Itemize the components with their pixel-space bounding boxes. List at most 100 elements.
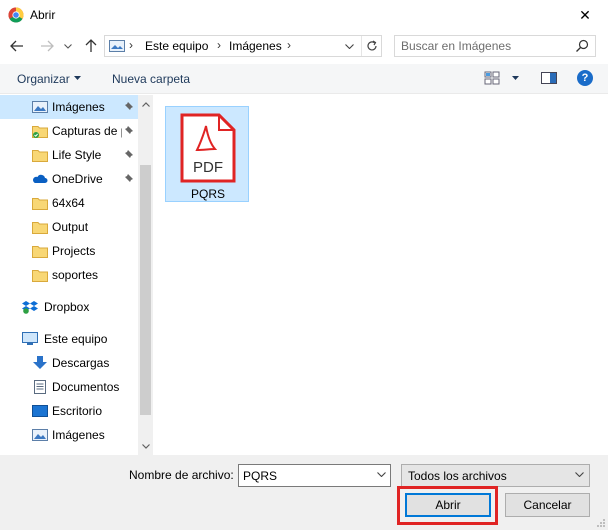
back-button[interactable] bbox=[6, 35, 28, 57]
sidebar-item-descargas[interactable]: Descargas bbox=[0, 351, 138, 375]
folder-icon bbox=[32, 222, 48, 234]
sidebar-item-label: OneDrive bbox=[52, 172, 103, 186]
arrow-left-icon bbox=[10, 40, 23, 52]
downloads-icon bbox=[33, 356, 47, 369]
sidebar-item-label: Este equipo bbox=[44, 332, 108, 346]
refresh-icon bbox=[366, 40, 377, 51]
sidebar-item-label: Dropbox bbox=[44, 300, 90, 314]
sidebar-item-escritorio[interactable]: Escritorio bbox=[0, 399, 138, 423]
sidebar-item-life-style[interactable]: Life Style bbox=[0, 143, 138, 167]
scroll-up-button[interactable] bbox=[138, 97, 153, 111]
search-icon[interactable] bbox=[575, 39, 589, 53]
folder-icon bbox=[32, 270, 48, 282]
sidebar-item-imagenes[interactable]: Imágenes bbox=[0, 423, 138, 447]
pin-icon bbox=[125, 102, 133, 110]
documents-icon bbox=[34, 380, 46, 394]
sidebar-item-este-equipo[interactable]: Este equipo bbox=[0, 327, 138, 351]
sidebar-item-label: Projects bbox=[52, 244, 96, 258]
navigation-pane: Imágenes Capturas de p Life Style OneDri… bbox=[0, 95, 152, 455]
scroll-thumb[interactable] bbox=[140, 165, 151, 415]
sidebar-item-label: Escritorio bbox=[52, 404, 103, 418]
folder-synced-icon bbox=[32, 126, 48, 138]
up-button[interactable] bbox=[80, 35, 102, 57]
cancel-button[interactable]: Cancelar bbox=[505, 493, 590, 517]
search-input[interactable] bbox=[401, 38, 571, 54]
open-button[interactable]: Abrir bbox=[405, 493, 491, 517]
sidebar-scrollbar[interactable] bbox=[138, 95, 153, 455]
resize-grip-icon[interactable] bbox=[596, 518, 606, 528]
file-type-value: Todos los archivos bbox=[408, 469, 507, 483]
arrow-up-icon bbox=[85, 39, 97, 52]
breadcrumb-este-equipo[interactable]: Este equipo bbox=[145, 39, 208, 53]
sidebar-item-imagenes-quick[interactable]: Imágenes bbox=[0, 95, 138, 119]
sidebar-item-label: Capturas de p bbox=[52, 124, 122, 138]
sidebar-item-label: Imágenes bbox=[52, 428, 105, 442]
help-button[interactable]: ? bbox=[577, 70, 593, 86]
desktop-icon bbox=[32, 405, 48, 417]
sidebar-item-label: soportes bbox=[52, 268, 99, 282]
refresh-button[interactable] bbox=[361, 36, 381, 56]
address-bar[interactable]: › Este equipo › Imágenes › bbox=[104, 35, 382, 57]
pictures-folder-icon bbox=[32, 429, 48, 441]
sidebar-item-onedrive[interactable]: OneDrive bbox=[0, 167, 138, 191]
pdf-file-icon: PDF bbox=[180, 113, 236, 183]
chevron-down-icon bbox=[64, 43, 72, 49]
sidebar-item-documentos[interactable]: Documentos bbox=[0, 375, 138, 399]
chevron-down-icon bbox=[575, 472, 584, 477]
file-type-select[interactable]: Todos los archivos bbox=[401, 464, 590, 487]
onedrive-cloud-icon bbox=[33, 174, 48, 183]
address-dropdown-button[interactable] bbox=[341, 36, 357, 56]
title-bar: Abrir ✕ bbox=[0, 0, 608, 30]
breadcrumb-separator: › bbox=[287, 38, 291, 52]
organize-menu[interactable]: Organizar bbox=[17, 72, 70, 86]
sidebar-item-dropbox[interactable]: Dropbox bbox=[0, 295, 138, 319]
pin-icon bbox=[125, 150, 133, 158]
close-button[interactable]: ✕ bbox=[562, 0, 608, 30]
file-name: PQRS bbox=[190, 187, 225, 201]
chevron-down-icon bbox=[344, 43, 354, 49]
breadcrumb-imagenes[interactable]: Imágenes bbox=[229, 39, 282, 53]
sidebar-item-label: Life Style bbox=[52, 148, 102, 162]
filename-combobox[interactable] bbox=[238, 464, 391, 487]
sidebar-item-output[interactable]: Output bbox=[0, 215, 138, 239]
chevron-down-icon bbox=[141, 443, 150, 449]
sidebar-item-capturas[interactable]: Capturas de p bbox=[0, 119, 138, 143]
dropbox-icon bbox=[22, 301, 38, 314]
search-box bbox=[394, 35, 596, 57]
scroll-down-button[interactable] bbox=[138, 439, 153, 453]
sidebar-item-soportes[interactable]: soportes bbox=[0, 263, 138, 287]
forward-button[interactable] bbox=[36, 35, 58, 57]
sidebar-item-label: Descargas bbox=[52, 356, 110, 370]
breadcrumb-separator: › bbox=[217, 38, 221, 52]
dialog-footer: Nombre de archivo: Todos los archivos Ab… bbox=[0, 455, 608, 530]
file-item-pqrs[interactable]: PDF PQRS bbox=[165, 106, 249, 202]
change-view-icon[interactable] bbox=[484, 71, 500, 85]
close-icon: ✕ bbox=[579, 6, 591, 23]
filename-input[interactable] bbox=[243, 468, 369, 484]
caret-down-icon[interactable] bbox=[512, 76, 519, 80]
breadcrumb-separator: › bbox=[129, 38, 133, 52]
caret-down-icon bbox=[74, 76, 81, 80]
pdf-label: PDF bbox=[193, 159, 223, 176]
sidebar-item-label: Imágenes bbox=[52, 100, 105, 114]
chevron-down-icon[interactable] bbox=[377, 472, 386, 477]
computer-icon bbox=[22, 332, 38, 345]
sidebar-item-label: Documentos bbox=[52, 380, 120, 394]
sidebar-item-label: Output bbox=[52, 220, 89, 234]
chrome-icon bbox=[8, 7, 24, 23]
recent-locations-button[interactable] bbox=[60, 35, 76, 57]
folder-icon bbox=[32, 246, 48, 258]
preview-pane-icon[interactable] bbox=[541, 72, 557, 84]
window-title: Abrir bbox=[30, 8, 56, 22]
filename-label: Nombre de archivo: bbox=[129, 468, 234, 482]
sidebar-item-64x64[interactable]: 64x64 bbox=[0, 191, 138, 215]
sidebar-item-projects[interactable]: Projects bbox=[0, 239, 138, 263]
pin-icon bbox=[125, 174, 133, 182]
new-folder-button[interactable]: Nueva carpeta bbox=[112, 72, 190, 86]
pictures-folder-icon bbox=[109, 40, 125, 52]
pin-icon bbox=[125, 126, 133, 134]
folder-icon bbox=[32, 198, 48, 210]
chevron-up-icon bbox=[141, 101, 150, 107]
arrow-right-icon bbox=[41, 40, 54, 52]
pictures-folder-icon bbox=[32, 101, 48, 113]
